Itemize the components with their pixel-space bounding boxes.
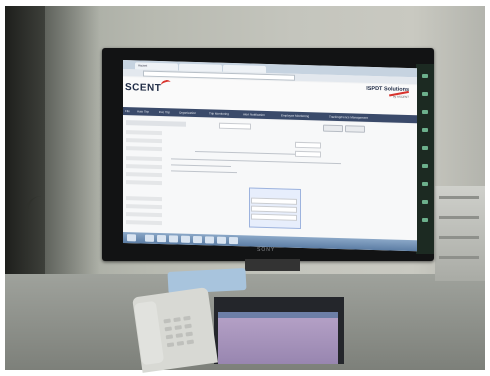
second-monitor-header <box>218 312 338 318</box>
app-icon[interactable] <box>217 236 226 244</box>
form-label <box>126 156 162 162</box>
summary-field[interactable] <box>251 205 297 213</box>
summary-field[interactable] <box>251 213 297 221</box>
app-icon[interactable] <box>145 234 154 242</box>
second-monitor-screen <box>218 312 338 364</box>
app-icon[interactable] <box>181 235 190 243</box>
form-button[interactable] <box>345 125 365 133</box>
company-subtitle: by ASCENT <box>392 94 409 99</box>
tv-side-panel <box>416 64 434 254</box>
app-icon[interactable] <box>229 236 238 245</box>
option-line <box>171 170 237 174</box>
summary-field[interactable] <box>251 197 297 205</box>
option-line <box>171 164 231 168</box>
app-icon[interactable] <box>169 235 178 243</box>
nav-item[interactable]: Alert Notification <box>243 110 265 119</box>
form-label <box>126 138 162 144</box>
text-field[interactable] <box>295 150 321 158</box>
photo-frame: Ascent SCENT ISPDT Solutions by ASCENT F… <box>0 0 490 376</box>
form-label <box>126 212 162 218</box>
equipment-rack <box>435 186 485 281</box>
form-label <box>126 220 162 226</box>
form-row <box>126 120 186 127</box>
tv-brand-logo: SONY <box>257 247 276 253</box>
form-area <box>123 116 417 243</box>
option-line <box>171 158 341 165</box>
app-icon[interactable] <box>205 236 214 244</box>
nav-item[interactable]: Employee Monitoring <box>281 111 309 120</box>
start-icon[interactable] <box>127 234 136 242</box>
form-label <box>126 172 162 178</box>
tv-stand <box>245 259 300 271</box>
nav-item[interactable]: Trip Monitoring <box>209 109 229 118</box>
form-label <box>126 196 162 202</box>
select-field[interactable] <box>219 122 251 130</box>
tv-screen: Ascent SCENT ISPDT Solutions by ASCENT F… <box>123 60 417 252</box>
form-label <box>126 146 162 152</box>
nav-item[interactable]: Eve Trip <box>159 108 170 116</box>
option-line <box>195 151 295 155</box>
nav-item[interactable]: Tracking/Fence Management <box>329 113 368 122</box>
nav-item[interactable]: File <box>125 107 130 115</box>
text-field[interactable] <box>295 141 321 149</box>
nav-item[interactable]: Auto Trip <box>137 107 149 115</box>
brand-logo[interactable]: SCENT <box>125 82 161 94</box>
form-label <box>126 130 162 136</box>
form-button[interactable] <box>323 124 343 133</box>
form-label <box>126 204 162 210</box>
app-icon[interactable] <box>193 235 202 244</box>
form-label <box>126 180 162 186</box>
app-icon[interactable] <box>157 234 166 243</box>
form-label <box>126 164 162 170</box>
nav-item[interactable]: Organization <box>179 109 196 117</box>
